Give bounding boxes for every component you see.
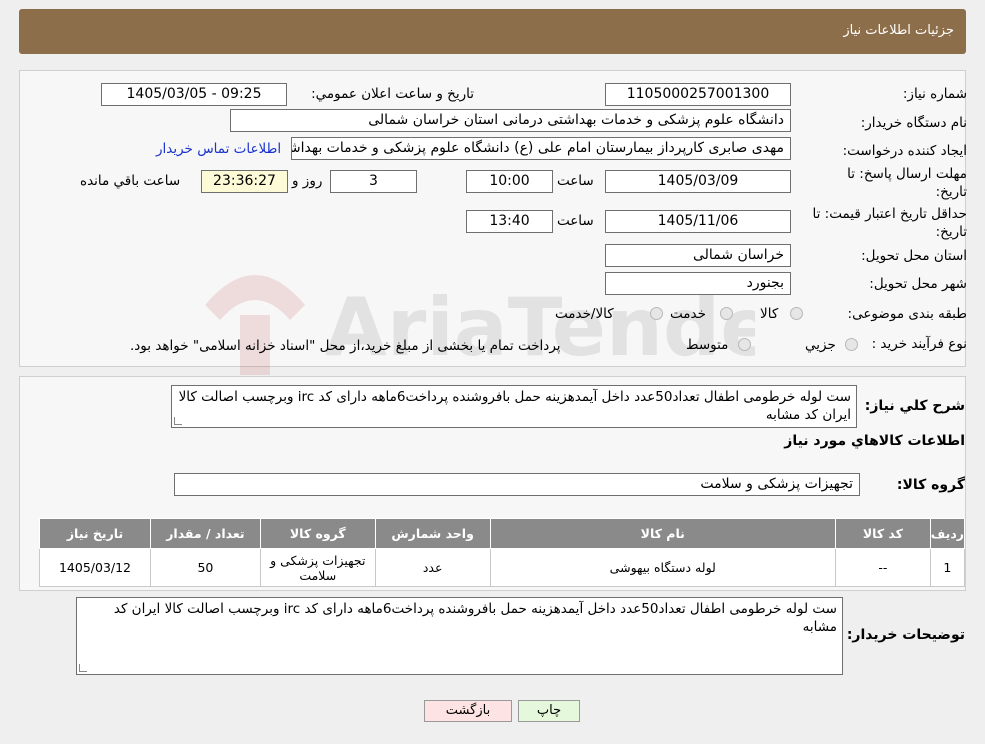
validity-time-field: 13:40 bbox=[466, 210, 553, 233]
deadline-time-label: ساعت bbox=[557, 173, 594, 189]
validity-date-field: 1405/11/06 bbox=[605, 210, 791, 233]
page-title: جزئیات اطلاعات نیاز bbox=[843, 23, 954, 38]
city-label: شهر محل تحويل: bbox=[869, 276, 967, 292]
deadline-label: مهلت ارسال پاسخ: تا bbox=[847, 166, 967, 182]
back-button[interactable]: بازگشت bbox=[424, 700, 512, 722]
category-option-service: خدمت bbox=[670, 306, 706, 322]
buyer-notes-text: ست لوله خرطومی اطفال تعداد50عدد داخل آیم… bbox=[113, 601, 837, 635]
process-option-medium: متوسط bbox=[686, 337, 729, 353]
need-number-field: 1105000257001300 bbox=[605, 83, 791, 106]
col-header-date: تاريخ نياز bbox=[39, 518, 151, 549]
announce-label: تاریخ و ساعت اعلان عمومي: bbox=[311, 86, 474, 102]
table-header-row: رديف کد کالا نام کالا واحد شمارش گروه کا… bbox=[39, 518, 966, 549]
col-header-row-no: رديف bbox=[929, 518, 966, 549]
validity-time-label: ساعت bbox=[557, 213, 594, 229]
process-label: نوع فرآيند خريد : bbox=[871, 336, 967, 352]
cell-code: -- bbox=[834, 548, 931, 587]
province-label: استان محل تحويل: bbox=[861, 248, 967, 264]
col-header-code: کد کالا bbox=[834, 518, 931, 549]
city-field: بجنورد bbox=[605, 272, 791, 295]
remaining-time-label: ساعت باقي مانده bbox=[80, 173, 181, 189]
buyer-notes-label: توضيحات خريدار: bbox=[846, 627, 965, 643]
category-radio-service[interactable] bbox=[720, 307, 733, 320]
table-row: 1 -- لوله دستگاه بیهوشی عدد تجهیزات پزشک… bbox=[39, 548, 966, 587]
category-label: طبقه بندی موضوعی: bbox=[847, 306, 967, 322]
items-section-title: اطلاعات کالاهاي مورد نياز bbox=[784, 433, 965, 449]
cell-group: تجهیزات پزشکی و سلامت bbox=[259, 548, 376, 587]
process-radio-minor[interactable] bbox=[845, 338, 858, 351]
creator-label: ايجاد کننده درخواست: bbox=[842, 143, 967, 159]
resize-handle-icon[interactable] bbox=[174, 417, 182, 425]
goods-group-field: تجهیزات پزشکی و سلامت bbox=[174, 473, 860, 496]
announce-datetime-field: 1405/03/05 - 09:25 bbox=[101, 83, 287, 106]
deadline-time-field: 10:00 bbox=[466, 170, 553, 193]
print-button[interactable]: چاپ bbox=[518, 700, 580, 722]
col-header-group: گروه کالا bbox=[259, 518, 376, 549]
buyer-contact-link[interactable]: اطلاعات تماس خريدار bbox=[156, 141, 281, 157]
items-table: رديف کد کالا نام کالا واحد شمارش گروه کا… bbox=[39, 518, 966, 587]
days-remaining-field: 3 bbox=[330, 170, 417, 193]
category-option-goods-service: کالا/خدمت bbox=[555, 306, 614, 322]
creator-field: مهدی صابری کارپرداز بیمارستان امام علی (… bbox=[291, 137, 791, 160]
days-label: روز و bbox=[292, 173, 323, 189]
cell-name: لوله دستگاه بیهوشی bbox=[489, 548, 836, 587]
category-option-goods: کالا bbox=[760, 306, 779, 322]
need-number-label: شماره نیاز: bbox=[902, 86, 967, 102]
validity-label-2: تاريخ: bbox=[935, 224, 967, 240]
page-header: جزئیات اطلاعات نیاز bbox=[19, 9, 966, 54]
category-radio-goods-service[interactable] bbox=[650, 307, 663, 320]
buyer-notes-textarea[interactable]: ست لوله خرطومی اطفال تعداد50عدد داخل آیم… bbox=[76, 597, 843, 675]
summary-label: شرح کلي نياز: bbox=[864, 398, 965, 414]
col-header-unit: واحد شمارش bbox=[374, 518, 491, 549]
cell-date: 1405/03/12 bbox=[39, 548, 151, 587]
validity-label: حداقل تاريخ اعتبار قيمت: تا bbox=[812, 206, 967, 222]
summary-text: ست لوله خرطومی اطفال تعداد50عدد داخل آیم… bbox=[178, 389, 851, 423]
remaining-time-field: 23:36:27 bbox=[201, 170, 288, 193]
buyer-org-field: دانشگاه علوم پزشکی و خدمات بهداشتی درمان… bbox=[230, 109, 791, 132]
deadline-date-field: 1405/03/09 bbox=[605, 170, 791, 193]
resize-handle-icon[interactable] bbox=[79, 664, 87, 672]
col-header-name: نام کالا bbox=[489, 518, 836, 549]
process-radio-medium[interactable] bbox=[738, 338, 751, 351]
process-option-minor: جزيي bbox=[805, 337, 836, 353]
cell-quantity: 50 bbox=[150, 548, 261, 587]
buyer-org-label: نام دستگاه خريدار: bbox=[860, 115, 967, 131]
province-field: خراسان شمالی bbox=[605, 244, 791, 267]
col-header-quantity: تعداد / مقدار bbox=[150, 518, 261, 549]
deadline-label-2: تاريخ: bbox=[935, 184, 967, 200]
summary-textarea[interactable]: ست لوله خرطومی اطفال تعداد50عدد داخل آیم… bbox=[171, 385, 857, 428]
process-note: پرداخت تمام يا بخشی از مبلغ خريد،از محل … bbox=[130, 338, 561, 354]
category-radio-goods[interactable] bbox=[790, 307, 803, 320]
cell-row-no: 1 bbox=[929, 548, 966, 587]
goods-group-label: گروه کالا: bbox=[896, 477, 965, 493]
cell-unit: عدد bbox=[374, 548, 491, 587]
